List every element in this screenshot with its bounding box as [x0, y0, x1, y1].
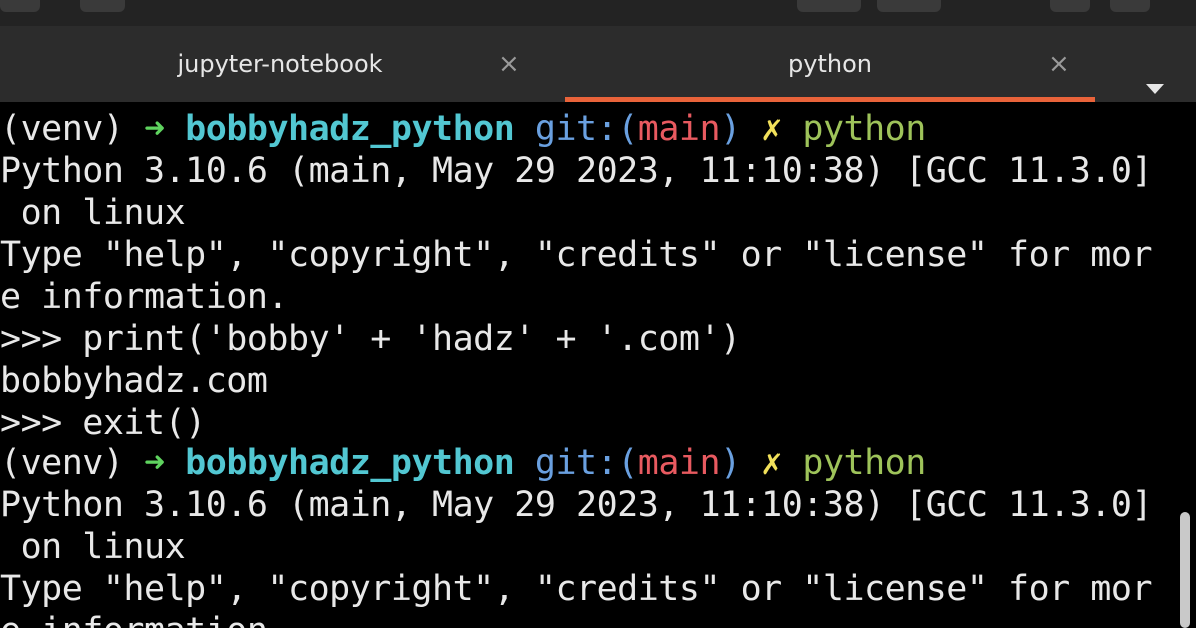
prompt-command: python — [802, 443, 926, 483]
prompt-git-open: git:( — [534, 109, 638, 149]
prompt-command: python — [802, 109, 926, 149]
output-line: Python 3.10.6 (main, May 29 2023, 11:10:… — [0, 485, 1153, 525]
titlebar-button-close[interactable] — [1110, 0, 1150, 12]
prompt-git-close: ) — [720, 109, 741, 149]
prompt-branch: main — [637, 443, 721, 483]
tab-python-close-icon[interactable]: × — [1048, 26, 1070, 102]
repl-input-line: >>> print('bobby' + 'hadz' + '.com') — [0, 319, 741, 359]
tab-label: jupyter-notebook — [177, 50, 383, 78]
titlebar-button-left-b[interactable] — [80, 0, 125, 12]
prompt-git-close: ) — [720, 443, 741, 483]
prompt-dirty-icon: ✗ — [761, 443, 782, 483]
output-line: bobbyhadz.com — [0, 361, 268, 401]
tab-python[interactable]: python — [565, 26, 1095, 102]
prompt-line: (venv) ➜ bobbyhadz_python git:(main) ✗ p… — [0, 442, 926, 484]
prompt-git-open: git:( — [534, 443, 638, 483]
terminal-output[interactable]: (venv) ➜ bobbyhadz_python git:(main) ✗ p… — [0, 102, 1178, 628]
tab-jupyter-notebook[interactable]: jupyter-notebook — [0, 26, 560, 102]
prompt-directory: bobbyhadz_python — [185, 109, 515, 149]
output-line: Type "help", "copyright", "credits" or "… — [0, 569, 1153, 609]
tab-bar: jupyter-notebook × python × — [0, 26, 1196, 102]
prompt-branch: main — [637, 109, 721, 149]
prompt-venv: (venv) — [0, 443, 145, 483]
repl-input-line: >>> exit() — [0, 403, 206, 443]
output-line: on linux — [0, 193, 186, 233]
tabs-dropdown-icon[interactable] — [1146, 84, 1164, 94]
titlebar-button-minimize[interactable] — [1050, 0, 1090, 12]
terminal-scrollbar[interactable] — [1180, 512, 1190, 628]
prompt-arrow-icon: ➜ — [144, 443, 165, 483]
window-titlebar — [0, 0, 1196, 26]
output-line: e information. — [0, 610, 289, 628]
prompt-dirty-icon: ✗ — [761, 109, 782, 149]
tab-jupyter-notebook-close-icon[interactable]: × — [498, 26, 520, 102]
prompt-arrow-icon: ➜ — [144, 109, 165, 149]
prompt-directory: bobbyhadz_python — [185, 443, 515, 483]
titlebar-button-left-a[interactable] — [0, 0, 40, 12]
output-line: Python 3.10.6 (main, May 29 2023, 11:10:… — [0, 151, 1153, 191]
tab-label: python — [788, 50, 872, 78]
prompt-venv: (venv) — [0, 109, 145, 149]
output-line: on linux — [0, 527, 186, 567]
titlebar-button-menu[interactable] — [877, 0, 941, 12]
titlebar-button-search[interactable] — [797, 0, 861, 12]
prompt-line: (venv) ➜ bobbyhadz_python git:(main) ✗ p… — [0, 108, 926, 150]
output-line: e information. — [0, 277, 289, 317]
output-line: Type "help", "copyright", "credits" or "… — [0, 235, 1153, 275]
